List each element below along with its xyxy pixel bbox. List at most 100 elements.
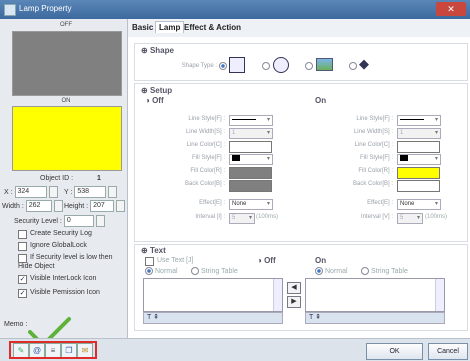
off-fill-color-label: Fill Color[R] : [190,168,225,174]
security-stepper[interactable] [95,215,105,227]
text-off-label: ◑ Off [257,256,276,265]
on-back-color-swatch[interactable] [397,180,440,192]
off-line-color-swatch[interactable] [229,141,272,153]
off-string-table-radio[interactable] [191,267,199,275]
object-id-label: Object ID : [40,175,74,182]
option-hide-object[interactable]: If Security level is low then Hide Objec… [18,254,122,270]
use-text-checkbox[interactable] [145,257,154,266]
setup-header: ⊕ Setup [141,86,173,95]
shape-rect-radio[interactable] [219,62,229,70]
visible-permission-checkbox[interactable]: ✓ [18,289,27,298]
window-title: Lamp Property [19,4,72,13]
on-text-box[interactable] [305,278,445,312]
option-visible-permission[interactable]: ✓ Visible Pemission Icon [18,289,100,298]
off-line-style-label: Line Style[F] : [188,116,225,122]
on-effect-select[interactable]: None [397,199,441,210]
y-label: Y : [64,188,73,196]
off-text-box[interactable] [143,278,283,312]
security-label: Security Level : [14,217,62,225]
width-stepper[interactable] [53,200,63,212]
width-label: Width : [2,202,24,210]
height-field[interactable]: 207 [90,200,115,212]
height-stepper[interactable] [116,200,126,212]
use-text-label: Use Text [J] [157,257,194,264]
off-fill-color-swatch[interactable] [229,167,272,179]
off-line-width-label: Line Width[S] : [185,129,225,135]
image-shape-icon[interactable] [316,58,333,71]
close-button[interactable]: ✕ [436,2,466,16]
off-line-width-select[interactable]: 1 [229,128,273,139]
y-stepper[interactable] [108,186,118,198]
visible-interlock-checkbox[interactable]: ✓ [18,275,27,284]
option-create-security-log[interactable]: Create Security Log [18,230,92,239]
off-line-style-select[interactable] [229,115,273,126]
off-back-color-label: Back Color[B] : [184,181,225,187]
tab-basic[interactable]: Basic [132,23,153,32]
security-field[interactable]: 0 [63,215,94,227]
on-effect-label: Effect[E] : [367,200,393,206]
off-fill-style-select[interactable] [229,154,273,165]
x-field[interactable]: 324 [14,186,47,198]
copy-left-button[interactable]: ◀ [287,282,301,294]
x-stepper[interactable] [48,186,58,198]
text-header: ⊕ Text [141,246,166,255]
off-interval-label: Interval [I] : [195,214,225,220]
left-panel: OFF ON Object ID : 1 X : 324 Y : 538 Wid… [0,19,128,338]
hide-object-label: If Security level is low then Hide Objec… [18,254,113,270]
on-fill-color-swatch[interactable] [397,167,440,179]
off-effect-label: Effect[E] : [199,200,225,206]
highlight-box [9,341,97,359]
off-string-table-option[interactable]: String Table [191,267,238,275]
ignore-globallock-checkbox[interactable] [18,242,27,251]
on-text-scrollbar[interactable] [435,279,444,311]
bottom-bar: ✎ @ ≡ ❐ ✉ OK Cancel [0,338,470,361]
on-line-color-swatch[interactable] [397,141,440,153]
on-fill-style-label: Fill Style[F] : [359,155,393,161]
cancel-button[interactable]: Cancel [428,343,468,360]
on-string-table-radio[interactable] [361,267,369,275]
on-line-width-select[interactable]: 1 [397,128,441,139]
off-text-scrollbar[interactable] [273,279,282,311]
option-ignore-globallock[interactable]: Ignore GlobalLock [18,242,87,251]
width-field[interactable]: 262 [25,200,52,212]
use-text-option[interactable]: Use Text [J] [145,257,193,266]
off-normal-radio[interactable] [145,267,153,275]
off-back-color-swatch[interactable] [229,180,272,192]
off-text-toolbar: T ⇞ [143,312,283,324]
option-visible-interlock[interactable]: ✓ Visible InterLock Icon [18,275,96,284]
on-line-color-label: Line Color[C] : [354,142,393,148]
off-font-icon[interactable]: T ⇞ [147,313,159,321]
custom-shape-icon[interactable]: ◆ [359,56,369,72]
tab-lamp[interactable]: Lamp [155,21,185,33]
on-normal-radio[interactable] [315,267,323,275]
copy-right-button[interactable]: ▶ [287,296,301,308]
lamp-panel: ⊕ Shape Shape Type : ◆ ⊕ Setup ◑ Off On … [128,37,470,338]
on-line-style-select[interactable] [397,115,441,126]
on-interval-label: Interval [V] : [360,214,393,220]
on-interval-field[interactable]: 5 [397,213,423,224]
y-field[interactable]: 538 [74,186,107,198]
off-normal-option[interactable]: Normal [145,267,178,275]
ok-button[interactable]: OK [366,343,423,360]
tab-effect-action[interactable]: Effect & Action [184,23,241,32]
off-interval-field[interactable]: 5 [229,213,255,224]
y-row: Y : 538 [64,186,118,198]
create-security-log-checkbox[interactable] [18,230,27,239]
on-font-icon[interactable]: T ⇞ [309,313,321,321]
shape-image-radio[interactable] [305,62,315,70]
shape-custom-radio[interactable] [349,62,359,70]
on-string-table-option[interactable]: String Table [361,267,408,275]
circle-shape-icon[interactable] [273,57,289,73]
setup-group: ⊕ Setup ◑ Off On Line Style[F] : Line Wi… [134,83,468,242]
on-fill-style-select[interactable] [397,154,441,165]
rect-shape-icon[interactable] [229,57,245,73]
memo-label: Memo : [4,321,28,328]
x-row: X : 324 [4,186,58,198]
off-effect-select[interactable]: None [229,199,273,210]
on-normal-option[interactable]: Normal [315,267,348,275]
height-label: Height : [64,202,89,210]
shape-group: ⊕ Shape Shape Type : ◆ [134,43,468,81]
hide-object-checkbox[interactable] [18,254,27,263]
shape-circle-radio[interactable] [262,62,272,70]
security-row: Security Level : 0 [14,215,105,227]
